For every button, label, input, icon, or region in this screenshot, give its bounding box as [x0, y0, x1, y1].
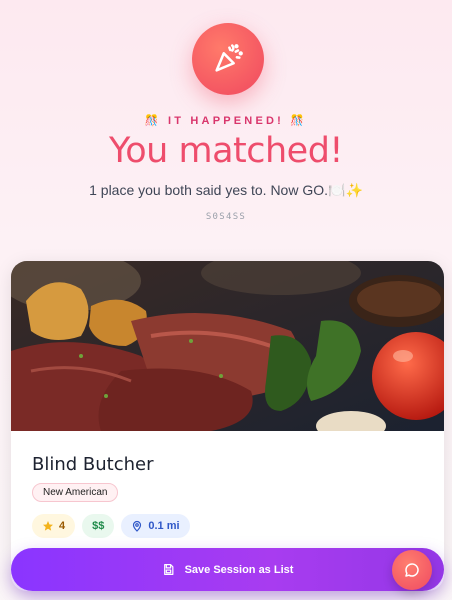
session-code: S0S4SS — [205, 212, 247, 222]
price-chip: $$ — [82, 514, 115, 538]
party-popper-icon — [215, 44, 243, 72]
location-pin-icon — [133, 520, 142, 532]
restaurant-card[interactable]: Blind Butcher New American 4 $$ 0.1 mi — [11, 261, 444, 591]
save-session-button[interactable]: Save Session as List — [11, 548, 444, 591]
star-icon — [43, 521, 53, 531]
match-subtitle: 1 place you both said yes to. Now GO.🍽️✨ — [89, 182, 363, 198]
distance-chip: 0.1 mi — [121, 514, 190, 538]
price-value: $$ — [92, 520, 105, 532]
restaurant-meta: 4 $$ 0.1 mi — [32, 514, 190, 538]
distance-value: 0.1 mi — [148, 520, 180, 532]
save-icon — [163, 564, 174, 575]
chat-button[interactable] — [392, 550, 432, 590]
save-session-label: Save Session as List — [184, 563, 294, 576]
rating-chip: 4 — [32, 514, 76, 538]
party-badge — [192, 23, 264, 95]
cuisine-tag: New American — [32, 483, 119, 502]
restaurant-photo — [11, 261, 444, 431]
match-kicker: 🎊 IT HAPPENED! 🎊 — [144, 115, 308, 127]
page-title: You matched! — [109, 131, 343, 171]
chat-icon — [405, 563, 419, 577]
rating-value: 4 — [59, 520, 66, 532]
restaurant-name: Blind Butcher — [32, 454, 154, 475]
